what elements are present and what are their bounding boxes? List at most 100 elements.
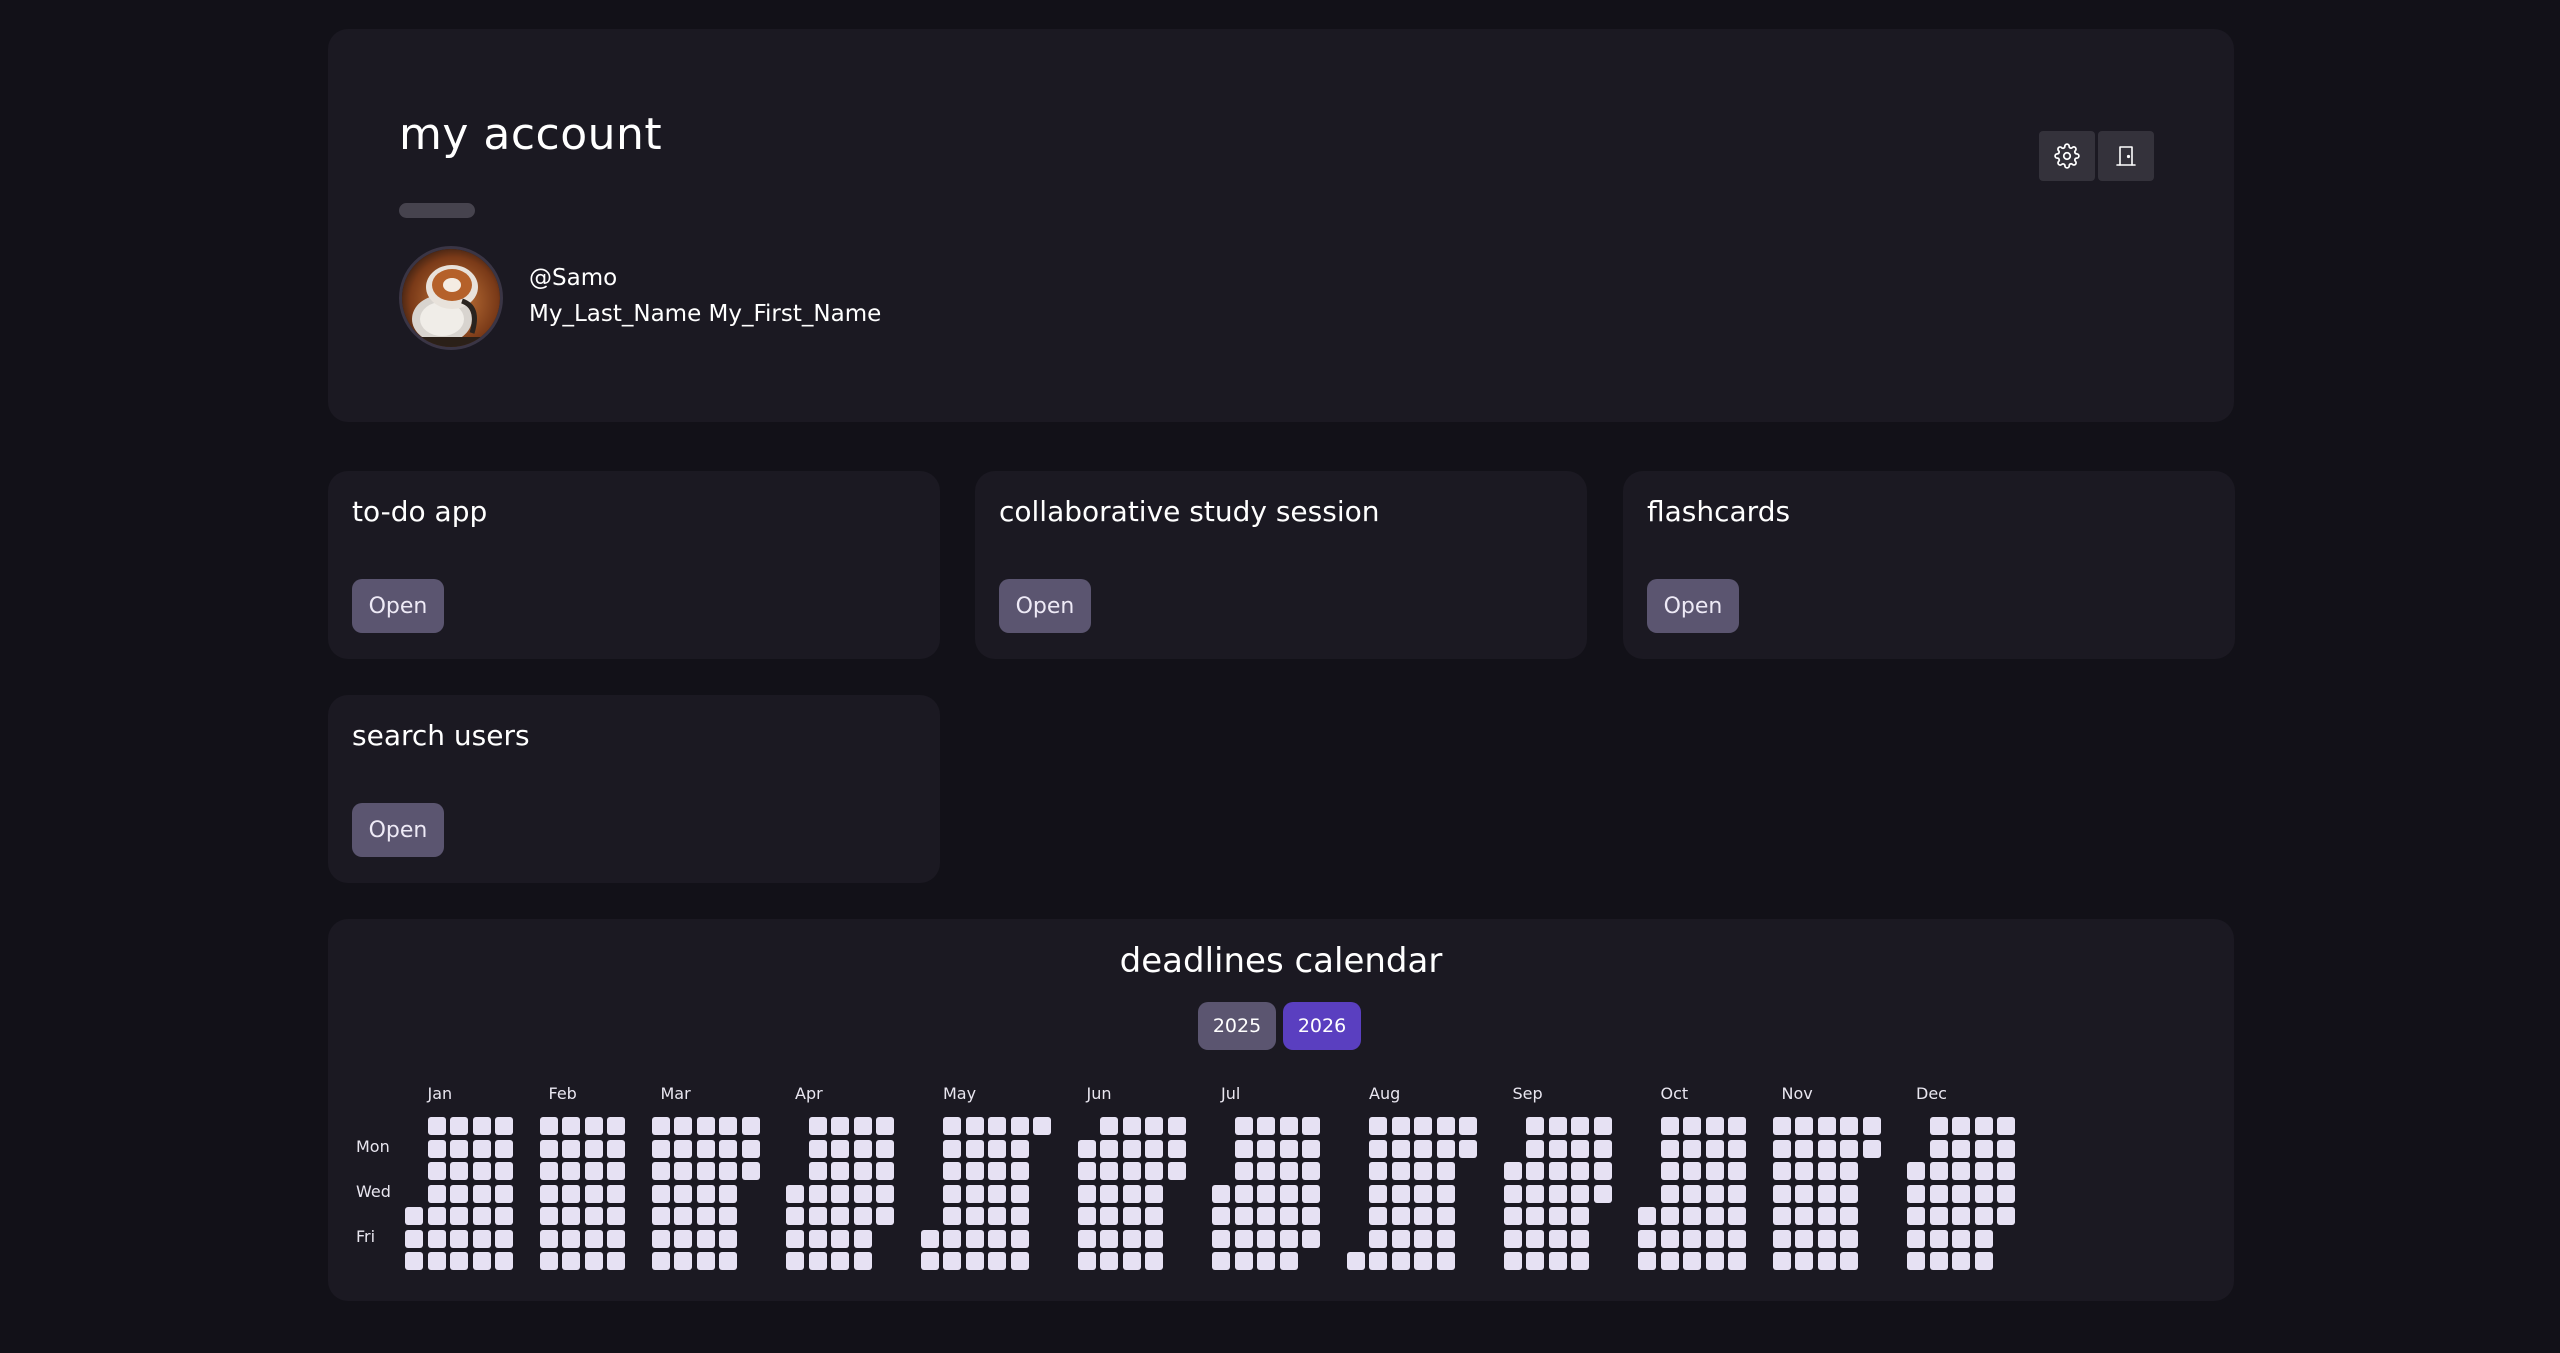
calendar-day-cell[interactable] [965, 1184, 984, 1203]
calendar-day-cell[interactable] [808, 1229, 827, 1248]
calendar-day-cell[interactable] [1526, 1229, 1544, 1248]
calendar-day-cell[interactable] [965, 1162, 984, 1180]
calendar-day-cell[interactable] [1391, 1139, 1410, 1158]
calendar-day-cell[interactable] [1100, 1184, 1118, 1203]
calendar-day-cell[interactable] [1503, 1229, 1522, 1248]
calendar-day-cell[interactable] [808, 1252, 827, 1270]
calendar-day-cell[interactable] [495, 1117, 513, 1135]
calendar-day-cell[interactable] [1257, 1252, 1275, 1270]
calendar-day-cell[interactable] [1010, 1117, 1029, 1135]
calendar-day-cell[interactable] [1728, 1162, 1746, 1180]
calendar-day-cell[interactable] [1167, 1139, 1186, 1158]
calendar-day-cell[interactable] [965, 1139, 984, 1158]
calendar-day-cell[interactable] [1234, 1207, 1253, 1225]
calendar-day-cell[interactable] [427, 1117, 446, 1135]
calendar-day-cell[interactable] [1459, 1117, 1477, 1135]
calendar-day-cell[interactable] [1683, 1162, 1701, 1180]
calendar-day-cell[interactable] [1929, 1229, 1948, 1248]
calendar-day-cell[interactable] [920, 1229, 939, 1248]
calendar-day-cell[interactable] [696, 1139, 715, 1158]
calendar-day-cell[interactable] [495, 1252, 513, 1270]
calendar-day-cell[interactable] [584, 1207, 603, 1225]
calendar-day-cell[interactable] [1795, 1229, 1813, 1248]
calendar-day-cell[interactable] [808, 1207, 827, 1225]
calendar-day-cell[interactable] [1369, 1229, 1387, 1248]
calendar-day-cell[interactable] [1571, 1117, 1589, 1135]
calendar-day-cell[interactable] [853, 1117, 872, 1135]
calendar-day-cell[interactable] [1638, 1229, 1656, 1248]
calendar-day-cell[interactable] [472, 1162, 491, 1180]
calendar-day-cell[interactable] [1369, 1207, 1387, 1225]
calendar-day-cell[interactable] [1840, 1162, 1858, 1180]
calendar-day-cell[interactable] [1952, 1207, 1970, 1225]
calendar-day-cell[interactable] [1705, 1139, 1724, 1158]
calendar-day-cell[interactable] [741, 1117, 760, 1135]
calendar-day-cell[interactable] [1728, 1207, 1746, 1225]
calendar-day-cell[interactable] [651, 1117, 670, 1135]
calendar-day-cell[interactable] [427, 1162, 446, 1180]
calendar-day-cell[interactable] [1279, 1117, 1298, 1135]
calendar-day-cell[interactable] [1817, 1162, 1836, 1180]
calendar-day-cell[interactable] [1234, 1229, 1253, 1248]
calendar-day-cell[interactable] [472, 1252, 491, 1270]
calendar-day-cell[interactable] [808, 1139, 827, 1158]
calendar-day-cell[interactable] [1122, 1139, 1141, 1158]
calendar-day-cell[interactable] [584, 1229, 603, 1248]
calendar-day-cell[interactable] [1683, 1229, 1701, 1248]
calendar-day-cell[interactable] [1077, 1184, 1096, 1203]
calendar-day-cell[interactable] [920, 1252, 939, 1270]
calendar-day-cell[interactable] [719, 1207, 737, 1225]
calendar-day-cell[interactable] [1077, 1162, 1096, 1180]
calendar-day-cell[interactable] [427, 1139, 446, 1158]
calendar-day-cell[interactable] [651, 1252, 670, 1270]
calendar-day-cell[interactable] [1772, 1207, 1791, 1225]
calendar-day-cell[interactable] [1414, 1207, 1432, 1225]
calendar-day-cell[interactable] [539, 1162, 558, 1180]
calendar-day-cell[interactable] [1795, 1184, 1813, 1203]
calendar-day-cell[interactable] [1795, 1207, 1813, 1225]
calendar-day-cell[interactable] [495, 1139, 513, 1158]
calendar-day-cell[interactable] [1974, 1184, 1993, 1203]
calendar-day-cell[interactable] [1929, 1252, 1948, 1270]
calendar-day-cell[interactable] [1145, 1117, 1163, 1135]
calendar-day-cell[interactable] [1234, 1162, 1253, 1180]
calendar-day-cell[interactable] [1279, 1184, 1298, 1203]
calendar-day-cell[interactable] [876, 1139, 894, 1158]
calendar-day-cell[interactable] [1929, 1117, 1948, 1135]
calendar-day-cell[interactable] [1660, 1117, 1679, 1135]
calendar-day-cell[interactable] [427, 1252, 446, 1270]
calendar-day-cell[interactable] [1279, 1229, 1298, 1248]
calendar-day-cell[interactable] [1772, 1184, 1791, 1203]
calendar-day-cell[interactable] [1414, 1184, 1432, 1203]
calendar-day-cell[interactable] [651, 1162, 670, 1180]
calendar-day-cell[interactable] [584, 1139, 603, 1158]
calendar-day-cell[interactable] [1279, 1139, 1298, 1158]
calendar-day-cell[interactable] [651, 1207, 670, 1225]
calendar-day-cell[interactable] [1302, 1229, 1320, 1248]
calendar-day-cell[interactable] [450, 1139, 468, 1158]
calendar-day-cell[interactable] [1077, 1252, 1096, 1270]
calendar-day-cell[interactable] [1683, 1117, 1701, 1135]
calendar-day-cell[interactable] [1548, 1139, 1567, 1158]
calendar-day-cell[interactable] [943, 1184, 961, 1203]
calendar-day-cell[interactable] [562, 1229, 580, 1248]
calendar-day-cell[interactable] [808, 1117, 827, 1135]
calendar-day-cell[interactable] [405, 1252, 423, 1270]
calendar-day-cell[interactable] [1660, 1162, 1679, 1180]
calendar-day-cell[interactable] [1795, 1162, 1813, 1180]
calendar-day-cell[interactable] [427, 1207, 446, 1225]
calendar-day-cell[interactable] [831, 1207, 849, 1225]
calendar-day-cell[interactable] [1929, 1162, 1948, 1180]
calendar-day-cell[interactable] [1391, 1184, 1410, 1203]
calendar-day-cell[interactable] [965, 1229, 984, 1248]
calendar-day-cell[interactable] [1436, 1184, 1455, 1203]
calendar-day-cell[interactable] [696, 1162, 715, 1180]
calendar-day-cell[interactable] [831, 1139, 849, 1158]
calendar-day-cell[interactable] [607, 1117, 625, 1135]
calendar-day-cell[interactable] [472, 1117, 491, 1135]
calendar-day-cell[interactable] [853, 1184, 872, 1203]
calendar-day-cell[interactable] [1212, 1184, 1230, 1203]
calendar-day-cell[interactable] [696, 1229, 715, 1248]
calendar-day-cell[interactable] [1100, 1252, 1118, 1270]
calendar-day-cell[interactable] [831, 1252, 849, 1270]
